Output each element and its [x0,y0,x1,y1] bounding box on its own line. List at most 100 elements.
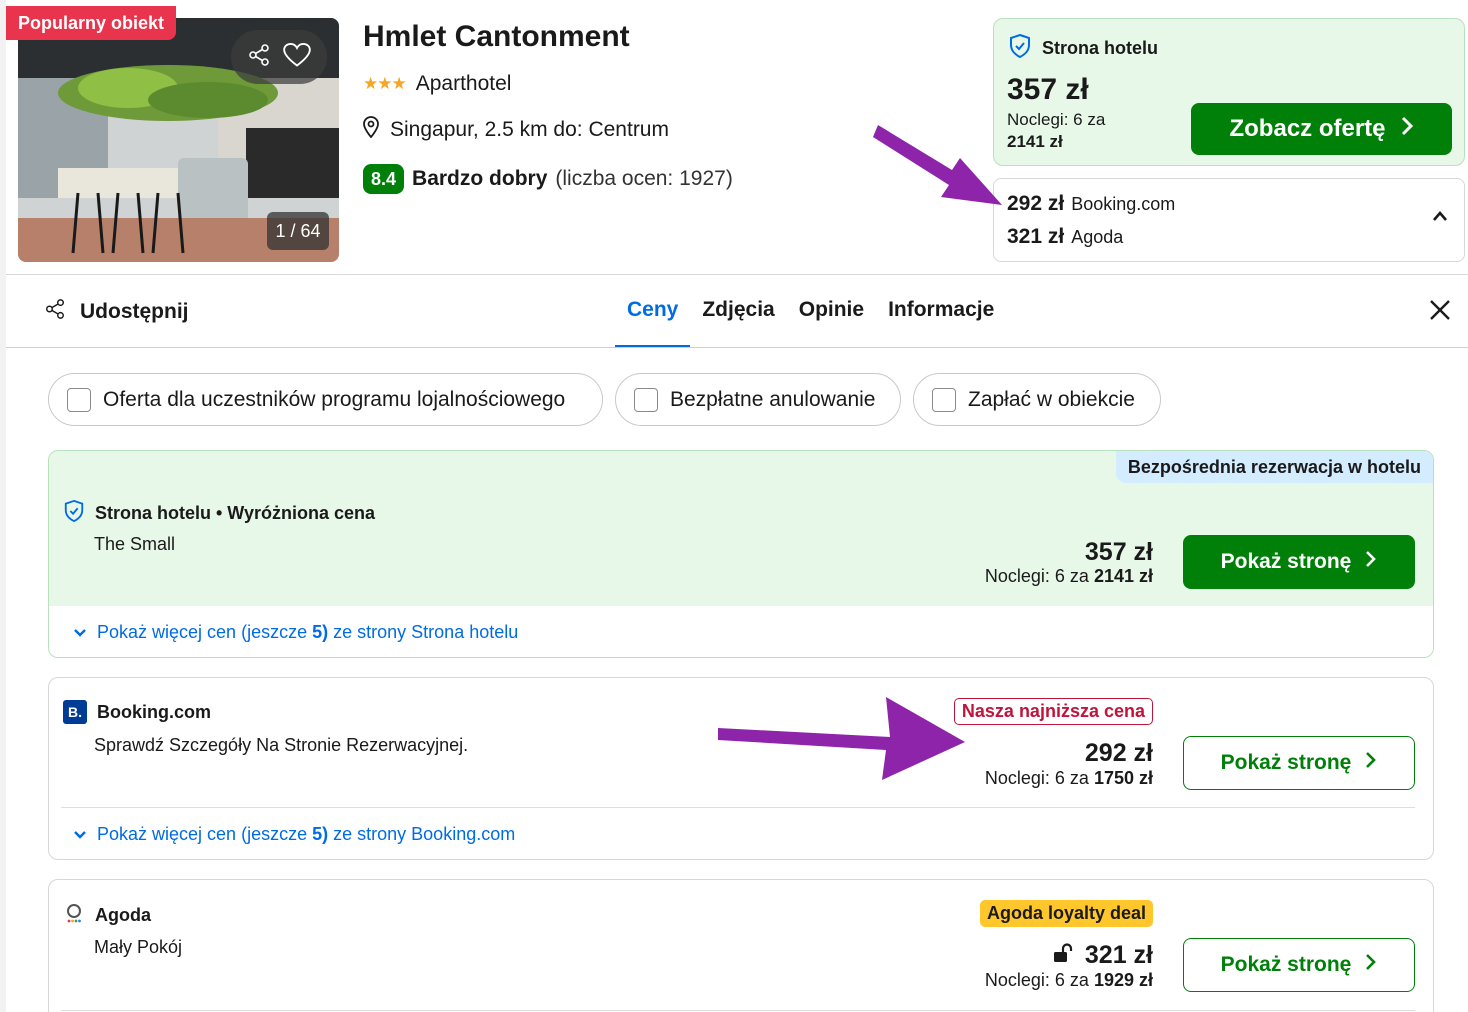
loyalty-deal-badge: Agoda loyalty deal [979,900,1153,927]
verified-shield-icon [63,499,85,528]
popular-badge: Popularny obiekt [6,6,177,40]
hotel-name[interactable]: Hmlet Cantonment [363,20,630,54]
location-pin-icon [362,116,380,144]
see-offer-label: Zobacz ofertę [1229,115,1386,142]
offer-card-booking: Nasza najniższa cena B. Booking.com Spra… [48,677,1434,860]
filter-loyalty[interactable]: Oferta dla uczestników programu lojalnoś… [48,373,603,426]
more-prices-prefix: Pokaż więcej cen (jeszcze [97,622,308,642]
share-icon[interactable] [247,43,271,72]
chevron-right-icon [1365,550,1377,574]
offer-provider-name: Booking.com [97,701,212,722]
offer-price: 321 zł [1084,941,1153,969]
show-site-button[interactable]: Pokaż stronę [1183,736,1415,790]
close-icon[interactable] [1428,298,1454,324]
top-offer-price: 357 zł [1007,73,1089,106]
verified-shield-icon [1008,33,1032,64]
more-prices-suffix: ze strony Strona hotelu [333,622,519,642]
top-offer-title: Strona hotelu [1008,33,1158,64]
show-site-label: Pokaż stronę [1220,751,1352,774]
offer-room: Sprawdź Szczegóły Na Stronie Rezerwacyjn… [94,735,469,755]
rating-score: 8.4 [363,164,405,194]
filter-pay-at-property[interactable]: Zapłać w obiekcie [913,373,1161,426]
offer-provider: Strona hotelu • Wyróżniona cena [63,499,375,528]
tab-photos[interactable]: Zdjęcia [690,298,786,348]
more-prices-link[interactable]: Pokaż więcej cen (jeszcze 5) ze strony S… [73,622,518,643]
offer-nights-total: 2141 zł [1093,566,1153,586]
offer-provider-name: Strona hotelu • Wyróżniona cena [95,503,376,523]
show-site-label: Pokaż stronę [1220,550,1352,573]
chevron-down-icon [73,622,87,643]
divider [61,1010,1415,1011]
agoda-logo-icon [63,902,85,929]
star-rating-icon: ★★★ [363,74,407,93]
more-prices-text: Pokaż więcej cen (jeszcze 5) ze strony B… [97,824,515,845]
offer-price-row: 321 zł [1053,941,1153,970]
filter-label: Zapłać w obiekcie [968,387,1135,411]
filter-label: Bezpłatne anulowanie [670,387,876,411]
alt-prices-card[interactable]: 292 zł Booking.com 321 zł Agoda [993,178,1465,262]
tab-prices[interactable]: Ceny [615,298,691,348]
alt-price-row[interactable]: 292 zł Booking.com [1007,192,1175,216]
chevron-down-icon [73,824,87,845]
checkbox[interactable] [634,387,658,412]
top-offer-card[interactable]: Strona hotelu 357 zł Noclegi: 6 za 2141 … [993,18,1465,166]
checkbox[interactable] [67,387,91,412]
chevron-up-icon[interactable] [1432,209,1448,227]
booking-logo-icon: B. [63,700,87,724]
more-prices-prefix: Pokaż więcej cen (jeszcze [97,824,308,844]
unlock-icon [1053,941,1075,970]
direct-booking-tag: Bezpośrednia rezerwacja w hotelu [1115,451,1433,483]
more-prices-count: 5) [312,824,329,844]
chevron-right-icon [1400,115,1414,143]
offer-price: 357 zł [1084,538,1153,566]
offer-nights: Noclegi: 6 za 2141 zł [985,566,1153,587]
top-offer-nights-label: Noclegi: 6 za [1007,110,1106,129]
more-prices-text: Pokaż więcej cen (jeszcze 5) ze strony S… [97,622,518,643]
alt-price-row[interactable]: 321 zł Agoda [1007,225,1123,249]
offer-nights-label: Noclegi: 6 za [984,768,1089,788]
share-icon [44,298,66,326]
filter-label: Oferta dla uczestników programu lojalnoś… [103,387,566,411]
alt-price: 292 zł [1007,192,1065,215]
lowest-price-badge: Nasza najniższa cena [953,698,1153,725]
checkbox[interactable] [932,387,956,412]
more-prices-suffix: ze strony Booking.com [333,824,516,844]
location-text: Singapur, 2.5 km do: Centrum [390,118,669,141]
offer-nights: Noclegi: 6 za 1929 zł [985,970,1153,991]
show-site-button[interactable]: Pokaż stronę [1183,535,1415,589]
chevron-right-icon [1365,751,1377,775]
offer-price: 292 zł [1084,739,1153,767]
share-label: Udostępnij [80,300,189,323]
heart-icon[interactable] [283,42,311,73]
filter-free-cancellation[interactable]: Bezpłatne anulowanie [615,373,901,426]
rating-row[interactable]: 8.4 Bardzo dobry (liczba ocen: 1927) [363,164,733,194]
offer-nights-total: 1929 zł [1093,970,1153,990]
offer-room: Mały Pokój [94,937,183,957]
divider [6,274,1468,275]
offer-card-hotel-site: Bezpośrednia rezerwacja w hotelu Strona … [48,450,1434,658]
tab-info[interactable]: Informacje [876,298,1006,348]
chevron-right-icon [1365,953,1377,977]
top-offer-nights: Noclegi: 6 za 2141 zł [1007,109,1147,153]
divider [6,347,1468,348]
divider [61,807,1415,808]
photo-actions [231,30,327,84]
hotel-type-row: ★★★ Aparthotel [363,72,511,96]
offer-nights-label: Noclegi: 6 za [984,566,1089,586]
hotel-type: Aparthotel [415,72,512,95]
more-prices-link[interactable]: Pokaż więcej cen (jeszcze 5) ze strony B… [73,824,515,845]
tab-reviews[interactable]: Opinie [787,298,876,348]
see-offer-button[interactable]: Zobacz ofertę [1191,103,1452,155]
share-button[interactable]: Udostępnij [44,298,189,326]
offer-card-agoda: Agoda loyalty deal Agoda Mały Pokój 321 … [48,879,1434,1012]
top-offer-source: Strona hotelu [1042,38,1158,58]
offer-provider: B. Booking.com [63,700,211,724]
offer-nights-total: 1750 zł [1093,768,1153,788]
offer-nights-label: Noclegi: 6 za [984,970,1089,990]
alt-price: 321 zł [1007,225,1065,248]
location-row[interactable]: Singapur, 2.5 km do: Centrum [362,116,669,144]
show-site-button[interactable]: Pokaż stronę [1183,938,1415,992]
more-prices-count: 5) [312,622,329,642]
photo-counter[interactable]: 1 / 64 [267,212,329,250]
top-offer-nights-total: 2141 zł [1007,132,1063,151]
